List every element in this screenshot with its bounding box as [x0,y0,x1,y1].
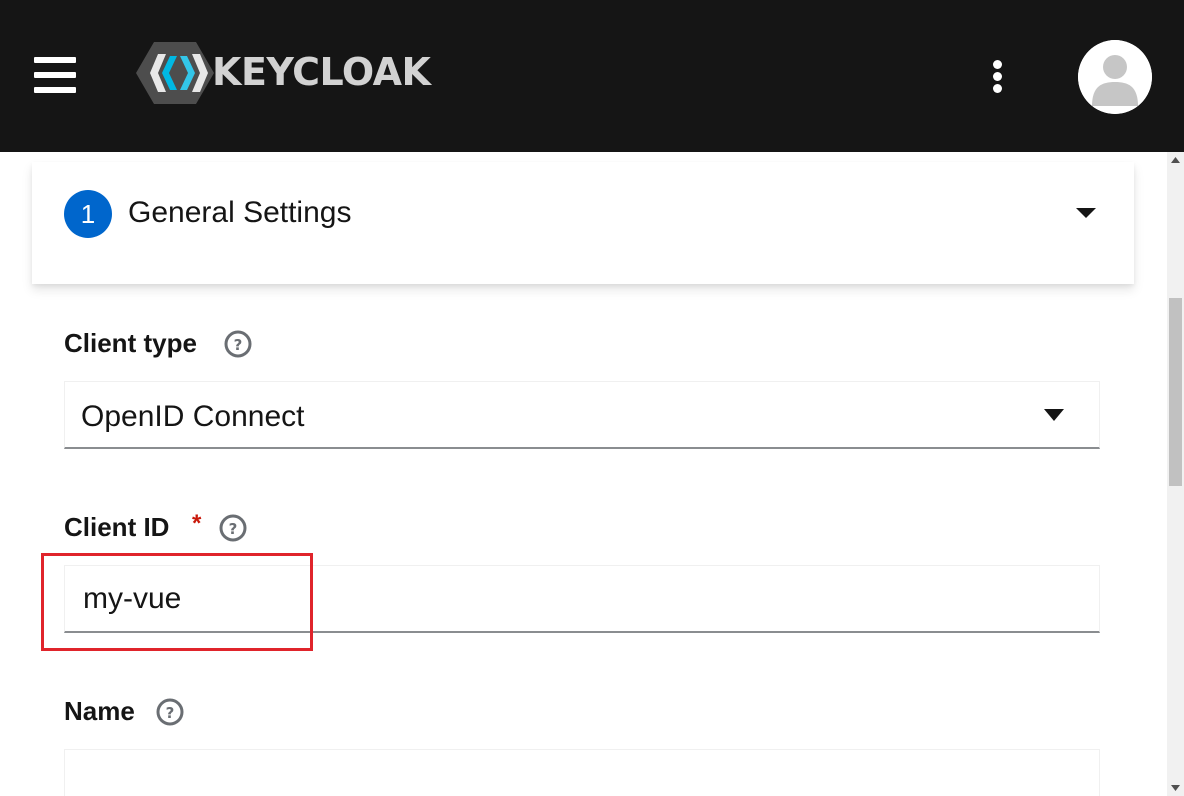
svg-text:?: ? [229,520,238,538]
client-id-input[interactable] [65,566,1099,631]
logo-wordmark: KEYCLOAK [212,50,431,94]
kebab-menu-icon[interactable] [984,56,1014,96]
svg-text:?: ? [234,336,243,354]
name-help-icon[interactable]: ? [156,698,184,726]
svg-text:?: ? [166,704,175,722]
user-avatar-icon[interactable] [1078,40,1152,114]
client-id-help-icon[interactable]: ? [219,514,247,542]
client-type-select[interactable]: OpenID Connect [64,381,1100,449]
wizard-step-card: 1 General Settings [32,162,1134,284]
required-indicator: * [192,510,202,537]
client-type-help-icon[interactable]: ? [224,330,252,358]
keycloak-admin-console: KEYCLOAK 1 General Settings Client type [0,0,1184,796]
client-id-label: Client ID [64,512,170,542]
client-type-value: OpenID Connect [81,400,305,433]
caret-down-icon[interactable] [1072,202,1100,226]
client-type-label: Client type [64,328,197,358]
scroll-up-arrow-icon[interactable] [1167,152,1184,169]
scroll-down-arrow-icon[interactable] [1167,779,1184,796]
name-input[interactable] [65,750,1099,796]
step-title: General Settings [128,196,352,229]
name-label: Name [64,696,135,726]
vertical-scrollbar[interactable] [1167,152,1184,796]
main-content: 1 General Settings Client type ? OpenID … [0,152,1167,796]
masthead: KEYCLOAK [0,0,1184,152]
keycloak-logo[interactable]: KEYCLOAK [136,40,456,106]
hamburger-menu-icon[interactable] [34,55,78,95]
client-id-field-wrapper [64,565,1100,633]
keycloak-logo-mark-icon [136,42,214,104]
user-silhouette-icon [1078,40,1152,114]
name-field-wrapper [64,749,1100,796]
chevron-down-icon [1044,409,1064,421]
step-number-badge: 1 [64,190,112,238]
scrollbar-thumb[interactable] [1169,298,1182,486]
